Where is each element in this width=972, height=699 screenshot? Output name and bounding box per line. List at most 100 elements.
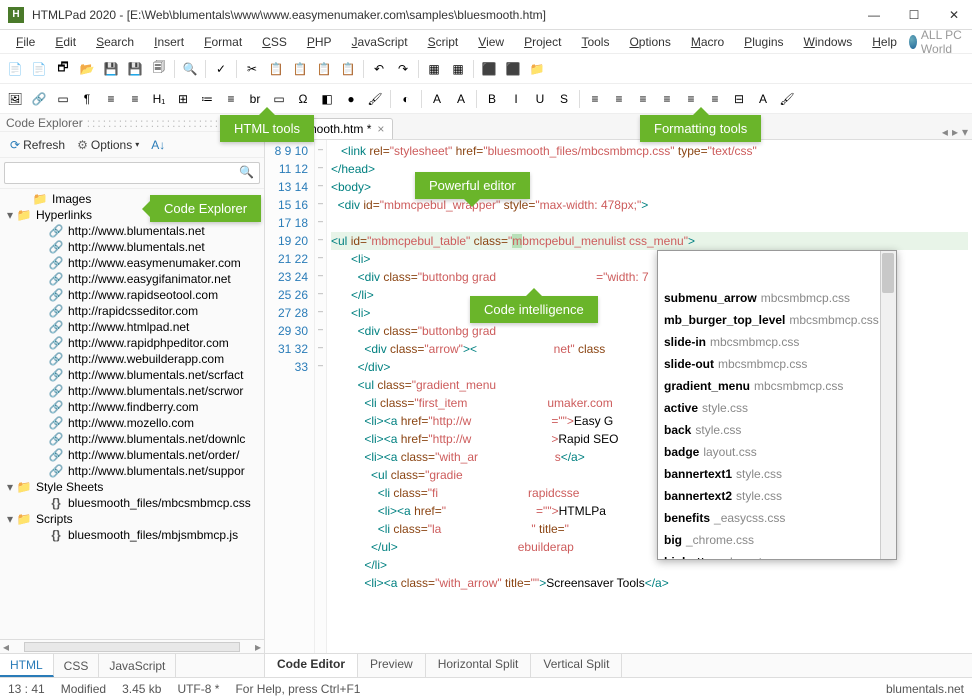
tree-item[interactable]: 🔗http://www.findberry.com — [0, 399, 264, 415]
toolbar-button[interactable]: 💾 — [124, 58, 146, 80]
tree-item[interactable]: ▾📁Scripts — [0, 511, 264, 527]
toolbar-button[interactable]: 📋 — [313, 58, 335, 80]
toolbar-button[interactable]: A — [450, 88, 472, 110]
menu-format[interactable]: Format — [196, 33, 250, 51]
menu-help[interactable]: Help — [864, 33, 905, 51]
code-editor[interactable]: <link rel="stylesheet" href="bluesmooth_… — [327, 140, 972, 653]
toolbar-button[interactable]: ✂ — [241, 58, 263, 80]
toolbar-button[interactable]: 📄 — [28, 58, 50, 80]
tree-item[interactable]: 🔗http://www.webuilderapp.com — [0, 351, 264, 367]
tree-item[interactable]: ▾📁Style Sheets — [0, 479, 264, 495]
toolbar-button[interactable]: Ω — [292, 88, 314, 110]
toolbar-button[interactable]: 📄 — [4, 58, 26, 80]
toolbar-button[interactable]: ✓ — [210, 58, 232, 80]
toolbar-button[interactable]: H₁ — [148, 88, 170, 110]
menu-project[interactable]: Project — [516, 33, 569, 51]
search-input[interactable] — [4, 162, 260, 184]
toolbar-button[interactable]: ↷ — [392, 58, 414, 80]
tree-item[interactable]: 🔗http://www.rapidseotool.com — [0, 287, 264, 303]
autocomplete-item[interactable]: backstyle.css — [658, 419, 896, 441]
line-gutter[interactable]: 8 9 10 11 12 13 14 15 16 17 18 19 20 21 … — [265, 140, 315, 653]
toolbar-button[interactable]: ▦ — [423, 58, 445, 80]
next-tab-button[interactable]: ▸ — [952, 125, 958, 139]
toolbar-button[interactable]: ▭ — [52, 88, 74, 110]
toolbar-button[interactable]: ≡ — [220, 88, 242, 110]
autocomplete-item[interactable]: gradient_menumbcsmbmcp.css — [658, 375, 896, 397]
tree-item[interactable]: 🔗http://www.blumentals.net/scrfact — [0, 367, 264, 383]
autocomplete-item[interactable]: bannertext2style.css — [658, 485, 896, 507]
toolbar-button[interactable]: 📋 — [265, 58, 287, 80]
autocomplete-item[interactable]: mb_burger_top_levelmbcsmbmcp.css — [658, 309, 896, 331]
refresh-button[interactable]: ⟳Refresh — [6, 136, 69, 154]
toolbar-button[interactable]: 📋 — [337, 58, 359, 80]
toolbar-button[interactable]: ◐ — [395, 88, 417, 110]
sidebar-hscroll[interactable]: ◂ ▸ — [0, 639, 264, 653]
toolbar-button[interactable]: 🗗 — [52, 58, 74, 80]
lang-tab-javascript[interactable]: JavaScript — [99, 654, 176, 677]
toolbar-button[interactable]: ⬛ — [478, 58, 500, 80]
toolbar-button[interactable]: U — [529, 88, 551, 110]
toolbar-button[interactable]: 🔗 — [28, 88, 50, 110]
tree-item[interactable]: 🔗http://www.rapidphpeditor.com — [0, 335, 264, 351]
lang-tab-css[interactable]: CSS — [54, 654, 100, 677]
close-button[interactable]: ✕ — [944, 5, 964, 25]
menu-javascript[interactable]: JavaScript — [344, 33, 416, 51]
tree-item[interactable]: 🔗http://www.blumentals.net — [0, 223, 264, 239]
tree-item[interactable]: 🔗http://www.blumentals.net/suppor — [0, 463, 264, 479]
tree-item[interactable]: {}bluesmooth_files/mbjsmbmcp.js — [0, 527, 264, 543]
toolbar-button[interactable]: A — [752, 88, 774, 110]
toolbar-button[interactable]: ≡ — [100, 88, 122, 110]
toolbar-button[interactable]: 📁 — [526, 58, 548, 80]
tree-item[interactable]: {}bluesmooth_files/mbcsmbmcp.css — [0, 495, 264, 511]
tree-item[interactable]: 🔗http://rapidcsseditor.com — [0, 303, 264, 319]
menu-file[interactable]: File — [8, 33, 43, 51]
toolbar-button[interactable]: ≡ — [584, 88, 606, 110]
view-tab[interactable]: Code Editor — [265, 654, 358, 677]
view-tab[interactable]: Horizontal Split — [426, 654, 532, 677]
menu-edit[interactable]: Edit — [47, 33, 84, 51]
toolbar-button[interactable]: ▦ — [447, 58, 469, 80]
toolbar-button[interactable]: ≔ — [196, 88, 218, 110]
menu-view[interactable]: View — [470, 33, 512, 51]
lang-tab-html[interactable]: HTML — [0, 654, 54, 677]
tree-item[interactable]: 🔗http://www.htmlpad.net — [0, 319, 264, 335]
close-icon[interactable]: × — [377, 122, 384, 136]
autocomplete-item[interactable]: big_chrome.css — [658, 529, 896, 551]
toolbar-button[interactable]: ≡ — [632, 88, 654, 110]
menu-tools[interactable]: Tools — [573, 33, 617, 51]
menu-search[interactable]: Search — [88, 33, 142, 51]
toolbar-button[interactable]: S — [553, 88, 575, 110]
toolbar-button[interactable]: ≡ — [608, 88, 630, 110]
menu-options[interactable]: Options — [621, 33, 678, 51]
menu-macro[interactable]: Macro — [683, 33, 732, 51]
toolbar-button[interactable]: 📂 — [76, 58, 98, 80]
autocomplete-popup[interactable]: submenu_arrowmbcsmbmcp.cssmb_burger_top_… — [657, 250, 897, 560]
toolbar-button[interactable]: ≡ — [124, 88, 146, 110]
menu-script[interactable]: Script — [420, 33, 467, 51]
toolbar-button[interactable]: B — [481, 88, 503, 110]
toolbar-button[interactable]: ◧ — [316, 88, 338, 110]
toolbar-button[interactable]: ⊞ — [172, 88, 194, 110]
tree-item[interactable]: 🔗http://www.blumentals.net — [0, 239, 264, 255]
options-button[interactable]: ⚙Options▾ — [73, 136, 143, 154]
toolbar-button[interactable]: 🗐 — [148, 58, 170, 80]
autocomplete-item[interactable]: slide-outmbcsmbmcp.css — [658, 353, 896, 375]
menu-windows[interactable]: Windows — [796, 33, 861, 51]
menu-insert[interactable]: Insert — [146, 33, 192, 51]
autocomplete-item[interactable]: benefits_easycss.css — [658, 507, 896, 529]
maximize-button[interactable]: ☐ — [904, 5, 924, 25]
tree-item[interactable]: 🔗http://www.easygifanimator.net — [0, 271, 264, 287]
toolbar-button[interactable]: 🖌 — [364, 88, 386, 110]
toolbar-button[interactable]: ↶ — [368, 58, 390, 80]
toolbar-button[interactable]: ⬛ — [502, 58, 524, 80]
tree-item[interactable]: 🔗http://www.blumentals.net/order/ — [0, 447, 264, 463]
toolbar-button[interactable]: ● — [340, 88, 362, 110]
prev-tab-button[interactable]: ◂ — [942, 125, 948, 139]
toolbar-button[interactable]: A — [426, 88, 448, 110]
menu-css[interactable]: CSS — [254, 33, 295, 51]
toolbar-button[interactable]: 🔍 — [179, 58, 201, 80]
autocomplete-item[interactable]: bannertext1style.css — [658, 463, 896, 485]
toolbar-button[interactable]: I — [505, 88, 527, 110]
search-icon[interactable]: 🔍 — [239, 165, 254, 179]
autocomplete-item[interactable]: slide-inmbcsmbmcp.css — [658, 331, 896, 353]
